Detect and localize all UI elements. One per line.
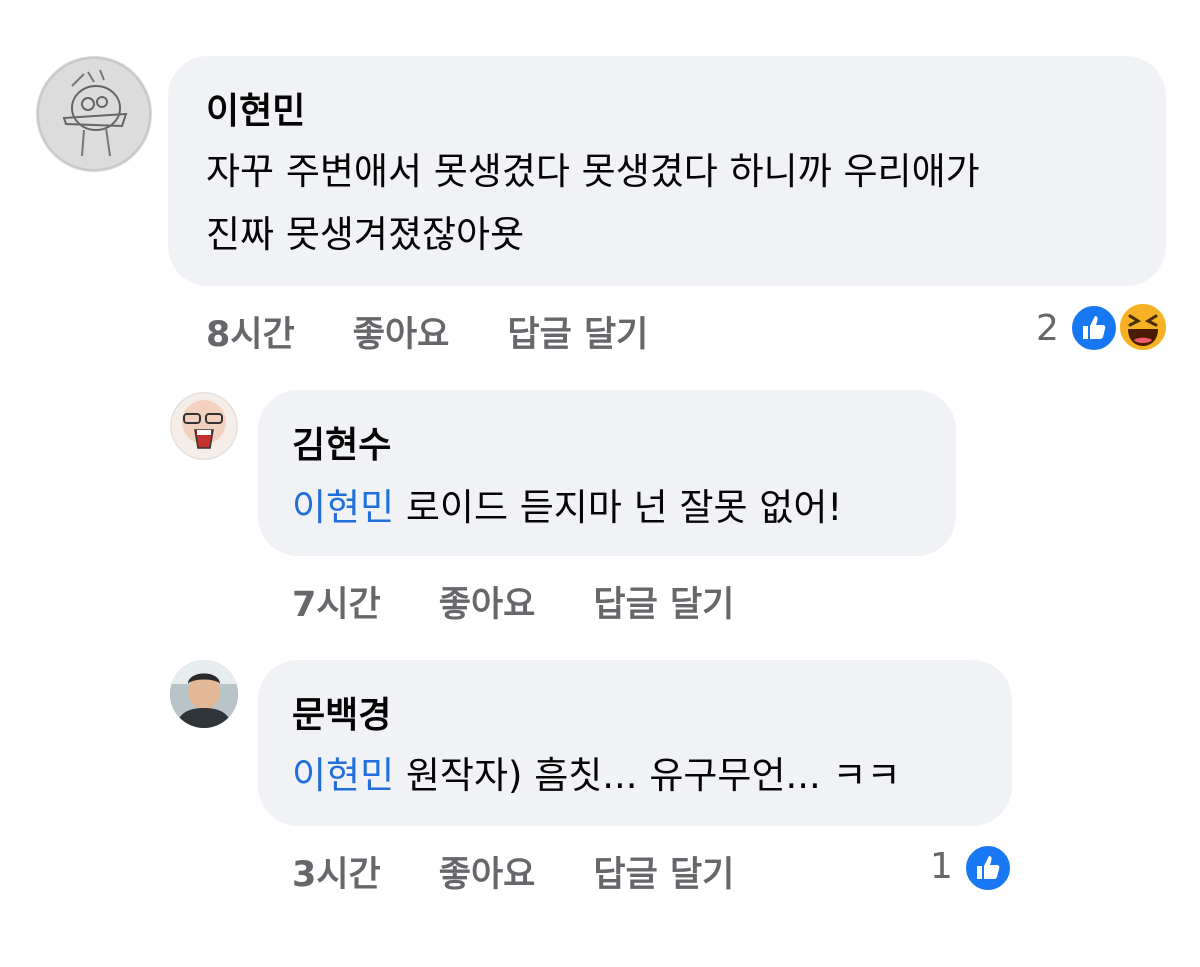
reply-button[interactable]: 답글 달기 bbox=[593, 576, 734, 627]
comment-author[interactable]: 김현수 bbox=[292, 416, 391, 468]
comment-text: 이현민 원작자) 흠칫... 유구무언... ㅋㅋ bbox=[292, 746, 901, 806]
like-icon[interactable] bbox=[1070, 304, 1118, 352]
like-icon[interactable] bbox=[964, 844, 1012, 892]
like-button[interactable]: 좋아요 bbox=[439, 846, 536, 897]
comment-actions: 3시간 좋아요 답글 달기 bbox=[292, 846, 734, 897]
reply-button[interactable]: 답글 달기 bbox=[593, 846, 734, 897]
avatar[interactable] bbox=[170, 392, 238, 460]
like-button[interactable]: 좋아요 bbox=[439, 576, 536, 627]
comment-text-line: 자꾸 주변애서 못생겼다 못생겼다 하니까 우리애가 bbox=[206, 150, 980, 193]
reaction-count[interactable]: 2 bbox=[1036, 308, 1059, 349]
comment-text-line: 진짜 못생겨졌잖아욧 bbox=[206, 213, 525, 256]
comment-timestamp[interactable]: 8시간 bbox=[206, 306, 295, 357]
mention-link[interactable]: 이현민 bbox=[292, 486, 394, 529]
comment-body: 로이드 듣지마 넌 잘못 없어! bbox=[405, 486, 843, 529]
comment-timestamp[interactable]: 7시간 bbox=[292, 576, 381, 627]
avatar[interactable] bbox=[36, 56, 152, 172]
like-button[interactable]: 좋아요 bbox=[353, 306, 450, 357]
reaction-count[interactable]: 1 bbox=[930, 846, 953, 887]
comment-body: 원작자) 흠칫... 유구무언... ㅋㅋ bbox=[405, 754, 901, 797]
mention-link[interactable]: 이현민 bbox=[292, 754, 394, 797]
reply-button[interactable]: 답글 달기 bbox=[507, 306, 648, 357]
comment-author[interactable]: 이현민 bbox=[206, 82, 305, 134]
comment-actions: 8시간 좋아요 답글 달기 bbox=[206, 306, 648, 357]
photo-avatar-image bbox=[170, 660, 238, 728]
cartoon-avatar-image bbox=[170, 392, 238, 460]
avatar[interactable] bbox=[170, 660, 238, 728]
comment-text: 이현민 로이드 듣지마 넌 잘못 없어! bbox=[292, 478, 842, 538]
comment-author[interactable]: 문백경 bbox=[292, 686, 391, 738]
comment-actions: 7시간 좋아요 답글 달기 bbox=[292, 576, 734, 627]
sketch-avatar-image bbox=[37, 57, 151, 171]
haha-icon[interactable] bbox=[1118, 302, 1168, 352]
comment-timestamp[interactable]: 3시간 bbox=[292, 846, 381, 897]
